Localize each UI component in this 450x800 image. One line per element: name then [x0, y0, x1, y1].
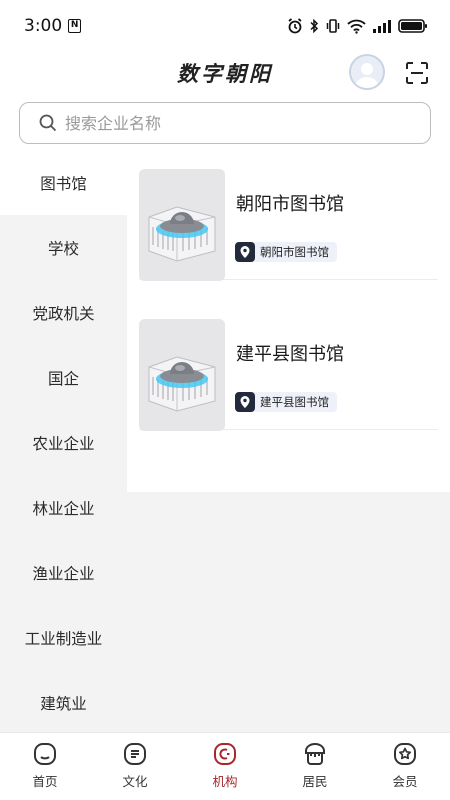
- nav-label: 会员: [392, 774, 418, 789]
- sidebar-item-label: 渔业企业: [32, 564, 95, 583]
- nav-label: 居民: [302, 774, 328, 789]
- sidebar-item-label: 农业企业: [32, 434, 95, 453]
- battery-icon: [398, 19, 427, 33]
- bluetooth-icon: [310, 18, 319, 34]
- sidebar-item-label: 党政机关: [32, 304, 95, 323]
- nav-label: 机构: [212, 774, 238, 789]
- org-name: 朝阳市图书馆: [236, 194, 344, 215]
- library-building-image: [139, 169, 225, 281]
- location-tag-text: 朝阳市图书馆: [260, 245, 329, 259]
- nav-culture[interactable]: 文化: [90, 733, 180, 800]
- sidebar-item-label: 图书馆: [40, 174, 87, 193]
- scan-icon[interactable]: [404, 60, 430, 86]
- org-card[interactable]: 建平县图书馆 建平县图书馆: [139, 300, 438, 431]
- sidebar-item-state-enterprise[interactable]: 国企: [0, 345, 127, 410]
- nav-label: 文化: [122, 774, 148, 789]
- location-pin-icon: [235, 242, 255, 262]
- nav-home[interactable]: 首页: [0, 733, 90, 800]
- institution-icon: [214, 743, 236, 765]
- search-icon: [39, 114, 57, 132]
- app-header: 数字朝阳: [0, 52, 450, 96]
- sidebar-item-school[interactable]: 学校: [0, 215, 127, 280]
- culture-icon: [124, 743, 146, 765]
- bottom-nav: 首页 文化 机构 居民 会员: [0, 732, 450, 800]
- nfc-icon: N: [68, 19, 82, 33]
- nav-resident[interactable]: 居民: [270, 733, 360, 800]
- organization-list: 朝阳市图书馆 朝阳市图书馆 建平县图书馆 建平县图书馆: [127, 150, 450, 492]
- content-area: 图书馆 学校 党政机关 国企 农业企业 林业企业 渔业企业 工业制造业 建筑业: [0, 150, 450, 732]
- sidebar-item-construction[interactable]: 建筑业: [0, 670, 127, 735]
- user-icon: [355, 63, 379, 88]
- location-tag: 朝阳市图书馆: [235, 242, 337, 262]
- library-building-image: [139, 319, 225, 431]
- sidebar-item-label: 林业企业: [32, 499, 95, 518]
- vibrate-icon: [326, 19, 340, 33]
- sidebar-item-library[interactable]: 图书馆: [0, 150, 127, 215]
- resident-icon: [305, 742, 325, 765]
- status-icons: [287, 18, 428, 34]
- status-bar: 3:00 N: [0, 0, 450, 52]
- avatar[interactable]: [349, 54, 385, 90]
- sidebar-item-label: 工业制造业: [24, 629, 103, 648]
- sidebar-item-government[interactable]: 党政机关: [0, 280, 127, 345]
- sidebar-item-label: 建筑业: [40, 694, 87, 713]
- location-tag-text: 建平县图书馆: [260, 395, 329, 409]
- search-input[interactable]: [65, 113, 385, 133]
- sidebar-item-manufacturing[interactable]: 工业制造业: [0, 605, 127, 670]
- sidebar-item-agriculture[interactable]: 农业企业: [0, 410, 127, 475]
- sidebar-item-fishery[interactable]: 渔业企业: [0, 540, 127, 605]
- location-tag: 建平县图书馆: [235, 392, 337, 412]
- org-name: 建平县图书馆: [236, 344, 344, 365]
- sidebar-item-label: 国企: [47, 369, 79, 388]
- search-bar[interactable]: [19, 102, 431, 144]
- nav-institution[interactable]: 机构: [180, 733, 270, 800]
- member-icon: [394, 743, 416, 765]
- wifi-icon: [347, 19, 366, 34]
- org-card[interactable]: 朝阳市图书馆 朝阳市图书馆: [139, 150, 438, 281]
- nav-label: 首页: [32, 774, 58, 789]
- home-icon: [34, 743, 56, 765]
- sidebar-item-forestry[interactable]: 林业企业: [0, 475, 127, 540]
- sidebar-item-label: 学校: [47, 239, 79, 258]
- alarm-icon: [288, 18, 302, 34]
- status-time: 3:00 N: [24, 16, 82, 36]
- category-sidebar: 图书馆 学校 党政机关 国企 农业企业 林业企业 渔业企业 工业制造业 建筑业: [0, 150, 127, 732]
- status-time-text: 3:00: [24, 16, 63, 36]
- nav-member[interactable]: 会员: [360, 733, 450, 800]
- location-pin-icon: [235, 392, 255, 412]
- signal-icon: [373, 19, 391, 33]
